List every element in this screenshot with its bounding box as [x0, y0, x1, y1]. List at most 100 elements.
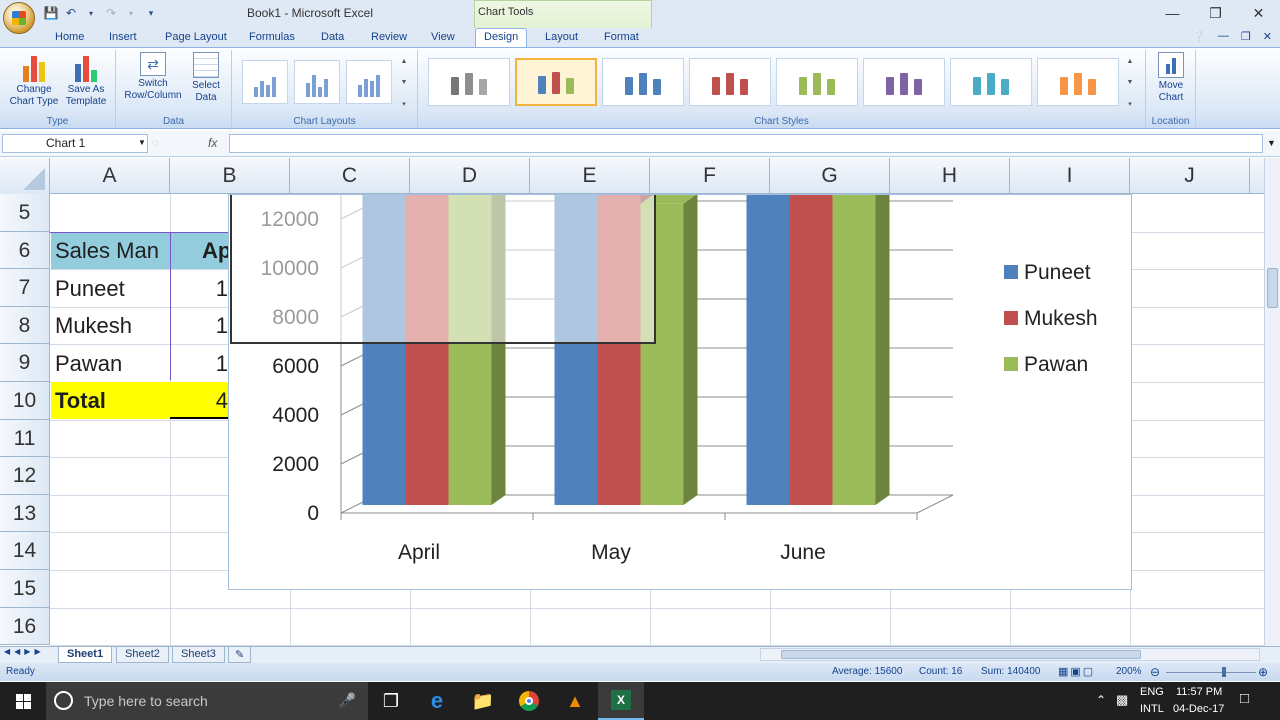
tab-design[interactable]: Design [475, 28, 528, 48]
task-view-icon[interactable]: ❐ [368, 682, 414, 720]
tab-format[interactable]: Format [604, 31, 639, 43]
excel-taskbar-icon[interactable]: X [598, 682, 644, 720]
ribbon-restore-icon[interactable]: ❐ [1241, 30, 1251, 43]
lang-line-1[interactable]: ENG [1140, 686, 1164, 698]
cell-a6[interactable]: Sales Man [51, 232, 170, 269]
tray-chevron-icon[interactable]: ⌃ [1096, 693, 1106, 707]
name-box[interactable]: Chart 1 [2, 134, 148, 153]
formula-input[interactable] [229, 134, 1263, 153]
row-header-6[interactable]: 6 [0, 231, 50, 270]
notifications-icon[interactable]: □ [1240, 690, 1249, 707]
cell-b6[interactable]: Ap [170, 232, 230, 269]
vlc-icon[interactable]: ▲ [552, 682, 598, 720]
cell-a7[interactable]: Puneet [51, 270, 170, 307]
chart-style-6[interactable] [863, 58, 945, 106]
zoom-in-icon[interactable]: ⊕ [1258, 665, 1268, 679]
column-header-b[interactable]: B [170, 158, 290, 194]
chart-layout-2[interactable] [294, 60, 340, 104]
taskbar-search[interactable]: Type here to search 🎤 [46, 682, 368, 720]
save-as-template-button[interactable]: Save As Template [60, 52, 112, 108]
chart-1[interactable]: 0200040006000800010000120001400016000Apr… [228, 194, 1132, 590]
column-header-j[interactable]: J [1130, 158, 1250, 194]
vertical-scroll-thumb[interactable] [1267, 268, 1278, 308]
select-data-button[interactable]: Select Data [186, 52, 226, 104]
network-icon[interactable]: ▩ [1116, 692, 1128, 708]
zoom-out-icon[interactable]: ⊖ [1150, 665, 1160, 679]
chart-style-1[interactable] [428, 58, 510, 106]
office-button[interactable] [3, 2, 35, 34]
restore-icon[interactable]: ❐ [1194, 0, 1237, 26]
column-header-c[interactable]: C [290, 158, 410, 194]
tab-insert[interactable]: Insert [109, 31, 137, 43]
row-header-7[interactable]: 7 [0, 269, 50, 307]
column-header-e[interactable]: E [530, 158, 650, 194]
chart-style-3[interactable] [602, 58, 684, 106]
column-header-h[interactable]: H [890, 158, 1010, 194]
cell-b8[interactable]: 1 [170, 307, 230, 344]
sheet-tab-3[interactable]: Sheet3 [172, 647, 225, 663]
name-box-dropdown-icon[interactable]: ▼ [138, 138, 146, 147]
chart-style-8[interactable] [1037, 58, 1119, 106]
tab-formulas[interactable]: Formulas [249, 31, 295, 43]
insert-sheet-icon[interactable]: ✎ [228, 647, 252, 663]
chart-layouts-scroll[interactable]: ▲ ▼ ▾ [398, 58, 410, 108]
sheet-tab-2[interactable]: Sheet2 [116, 647, 169, 663]
column-header-d[interactable]: D [410, 158, 530, 194]
lang-line-2[interactable]: INTL [1140, 703, 1164, 715]
microphone-icon[interactable]: 🎤 [339, 692, 356, 709]
tab-view[interactable]: View [431, 31, 455, 43]
sheet-nav-icons[interactable]: ◀◀▶▶ [4, 647, 45, 656]
edge-icon[interactable]: e [414, 682, 460, 720]
cancel-icon[interactable]: ◌ [152, 137, 159, 149]
change-chart-type-button[interactable]: Change Chart Type [6, 52, 62, 108]
zoom-level[interactable]: 200% [1116, 666, 1142, 677]
tab-review[interactable]: Review [371, 31, 407, 43]
row-header-13[interactable]: 13 [0, 494, 50, 533]
view-buttons-icon[interactable]: ▦▣▢ [1058, 665, 1095, 678]
row-header-11[interactable]: 11 [0, 419, 50, 458]
switch-row-column-button[interactable]: ⇄ Switch Row/Column [120, 52, 186, 102]
column-header-a[interactable]: A [50, 158, 170, 194]
column-header-i[interactable]: I [1010, 158, 1130, 194]
minimize-icon[interactable]: — [1151, 0, 1194, 26]
cell-b10[interactable]: 4 [170, 382, 230, 419]
ribbon-minimize-icon[interactable]: — [1218, 30, 1229, 43]
row-header-9[interactable]: 9 [0, 344, 50, 382]
sheet-tab-1[interactable]: Sheet1 [58, 647, 113, 663]
chart-styles-scroll[interactable]: ▲ ▼ ▾ [1124, 58, 1136, 108]
chart-style-5[interactable] [776, 58, 858, 106]
move-chart-button[interactable]: Move Chart [1150, 52, 1192, 104]
expand-formula-icon[interactable]: ▼ [1267, 138, 1276, 148]
column-header-g[interactable]: G [770, 158, 890, 194]
clock-date[interactable]: 04-Dec-17 [1173, 703, 1224, 715]
tab-data[interactable]: Data [321, 31, 344, 43]
chart-layout-3[interactable] [346, 60, 392, 104]
vertical-scrollbar[interactable] [1264, 158, 1280, 646]
row-header-12[interactable]: 12 [0, 457, 50, 495]
windows-start-icon[interactable] [0, 682, 46, 720]
row-header-15[interactable]: 15 [0, 570, 50, 608]
zoom-thumb[interactable] [1222, 667, 1226, 677]
cell-b9[interactable]: 1 [170, 345, 230, 382]
chart-style-2[interactable] [515, 58, 597, 106]
horizontal-scrollbar[interactable] [760, 648, 1260, 661]
chrome-icon[interactable] [506, 682, 552, 720]
tab-page-layout[interactable]: Page Layout [165, 31, 227, 43]
clock-time[interactable]: 11:57 PM [1176, 686, 1222, 698]
help-icon[interactable]: ❔ [1192, 30, 1206, 43]
row-header-14[interactable]: 14 [0, 532, 50, 570]
zoom-slider[interactable]: ⊖ ⊕ [1150, 665, 1272, 679]
row-header-8[interactable]: 8 [0, 306, 50, 345]
row-header-16[interactable]: 16 [0, 607, 50, 646]
ribbon-close-icon[interactable]: ✕ [1263, 30, 1272, 43]
horizontal-scroll-thumb[interactable] [781, 650, 1141, 659]
row-header-10[interactable]: 10 [0, 382, 50, 420]
select-all-corner[interactable] [0, 158, 50, 194]
file-explorer-icon[interactable]: 📁 [460, 682, 506, 720]
column-header-f[interactable]: F [650, 158, 770, 194]
tab-home[interactable]: Home [55, 31, 84, 43]
row-header-5[interactable]: 5 [0, 194, 50, 232]
cell-a10[interactable]: Total [51, 382, 170, 419]
fx-icon[interactable]: fx [208, 136, 217, 150]
cell-a9[interactable]: Pawan [51, 345, 170, 382]
